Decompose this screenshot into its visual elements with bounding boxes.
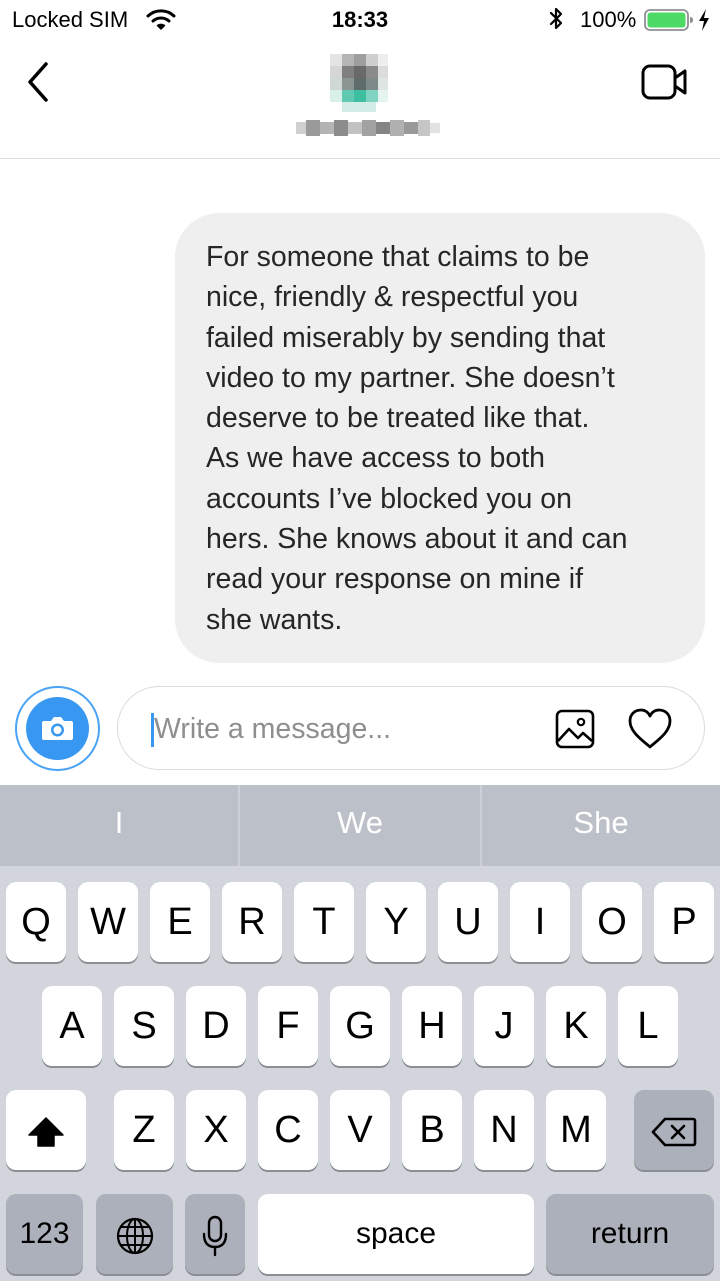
key-i[interactable]: I	[510, 882, 570, 962]
key-q[interactable]: Q	[6, 882, 66, 962]
key-h[interactable]: H	[402, 986, 462, 1066]
message-input[interactable]	[154, 707, 544, 751]
message-line: As we have access to both	[206, 442, 546, 475]
space-key[interactable]: space	[258, 1194, 534, 1274]
predictive-bar: I We She	[0, 785, 720, 866]
key-w[interactable]: W	[78, 882, 138, 962]
battery-percent: 100%	[580, 7, 637, 32]
key-r[interactable]: R	[222, 882, 282, 962]
message-line: she wants.	[206, 603, 343, 636]
suggestion-3[interactable]: She	[482, 785, 720, 866]
globe-icon	[116, 1217, 153, 1255]
key-l[interactable]: L	[618, 986, 678, 1066]
key-b[interactable]: B	[402, 1090, 462, 1170]
gallery-button[interactable]	[554, 708, 596, 750]
outgoing-message-bubble[interactable]: For someone that claims to be nice, frie…	[175, 213, 705, 663]
avatar[interactable]	[330, 54, 388, 112]
username-label[interactable]	[296, 120, 440, 136]
message-line: deserve to be treated like that.	[206, 402, 590, 435]
key-o[interactable]: O	[582, 882, 642, 962]
camera-icon	[42, 717, 73, 740]
numbers-key[interactable]: 123	[6, 1194, 83, 1274]
video-camera-icon	[641, 64, 687, 100]
key-u[interactable]: U	[438, 882, 498, 962]
message-line: failed miserably by sending that	[206, 321, 606, 354]
message-composer	[0, 685, 720, 785]
key-z[interactable]: Z	[114, 1090, 174, 1170]
charging-icon	[697, 8, 711, 37]
microphone-icon	[202, 1215, 228, 1257]
suggestion-1[interactable]: I	[0, 785, 238, 866]
shift-icon	[28, 1117, 64, 1147]
delete-key[interactable]	[634, 1090, 714, 1170]
key-v[interactable]: V	[330, 1090, 390, 1170]
key-s[interactable]: S	[114, 986, 174, 1066]
shift-key[interactable]	[6, 1090, 86, 1170]
like-button[interactable]	[626, 707, 674, 751]
chevron-left-icon	[28, 62, 48, 102]
message-line: video to my partner. She doesn’t	[206, 361, 615, 394]
message-line: read your response on mine if	[206, 563, 584, 596]
key-g[interactable]: G	[330, 986, 390, 1066]
key-a[interactable]: A	[42, 986, 102, 1066]
message-line: For someone that claims to be	[206, 241, 590, 273]
message-thread: For someone that claims to be nice, frie…	[0, 160, 720, 685]
image-icon	[555, 709, 595, 749]
message-line: accounts I’ve blocked you on	[206, 482, 572, 515]
key-y[interactable]: Y	[366, 882, 426, 962]
message-line: hers. She knows about it and can	[206, 523, 628, 556]
key-c[interactable]: C	[258, 1090, 318, 1170]
bluetooth-icon	[548, 6, 564, 37]
status-bar: Locked SIM 18:33 100%	[0, 0, 720, 40]
key-j[interactable]: J	[474, 986, 534, 1066]
dictation-key[interactable]	[185, 1194, 245, 1274]
battery-icon	[644, 8, 694, 37]
key-f[interactable]: F	[258, 986, 318, 1066]
chat-header	[0, 40, 720, 159]
back-button[interactable]	[22, 60, 56, 104]
key-e[interactable]: E	[150, 882, 210, 962]
camera-button[interactable]	[15, 686, 100, 771]
key-k[interactable]: K	[546, 986, 606, 1066]
backspace-icon	[651, 1117, 697, 1147]
suggestion-2[interactable]: We	[240, 785, 480, 866]
key-d[interactable]: D	[186, 986, 246, 1066]
key-n[interactable]: N	[474, 1090, 534, 1170]
return-key[interactable]: return	[546, 1194, 714, 1274]
key-x[interactable]: X	[186, 1090, 246, 1170]
key-t[interactable]: T	[294, 882, 354, 962]
message-field[interactable]	[117, 686, 705, 770]
message-line: nice, friendly & respectful you	[206, 281, 579, 314]
heart-icon	[628, 708, 672, 749]
globe-key[interactable]	[96, 1194, 173, 1274]
keyboard: I We She Q W E R T Y U I O P A S D F G H…	[0, 785, 720, 1281]
key-m[interactable]: M	[546, 1090, 606, 1170]
key-p[interactable]: P	[654, 882, 714, 962]
video-call-button[interactable]	[640, 62, 690, 102]
